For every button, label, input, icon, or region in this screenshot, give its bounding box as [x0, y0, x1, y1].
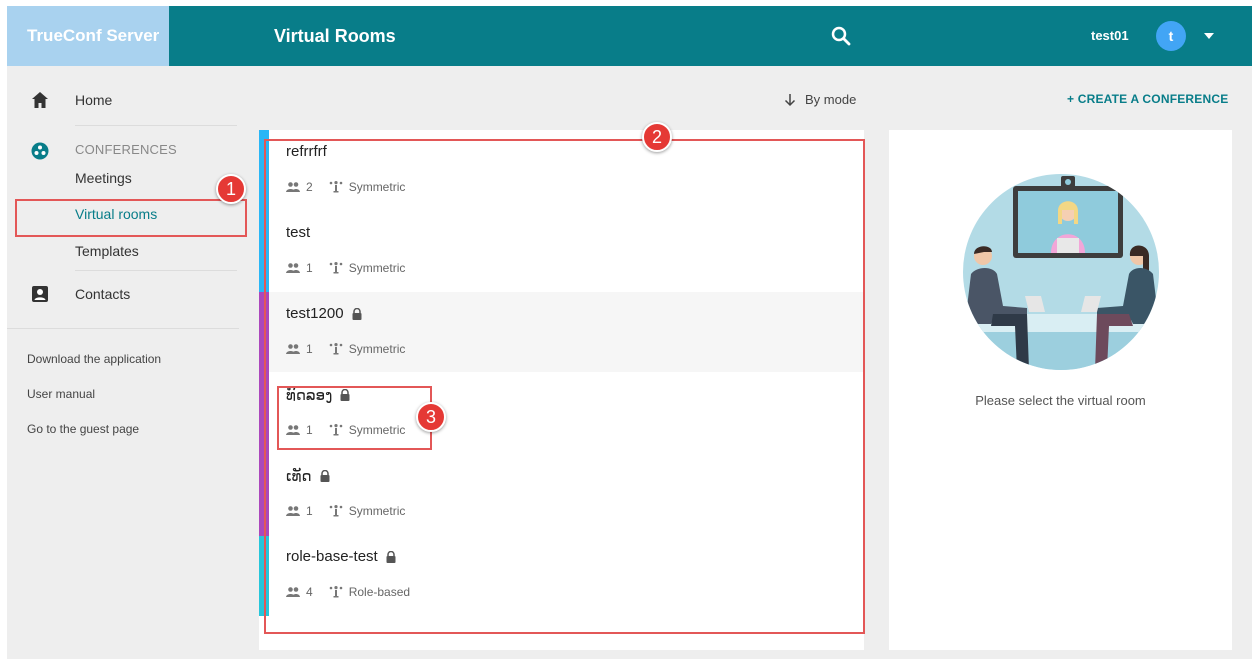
contacts-icon: [32, 286, 48, 302]
search-button[interactable]: [829, 24, 853, 48]
brand-logo[interactable]: TrueConf Server: [7, 6, 169, 66]
annotation-marker: 3: [416, 402, 446, 432]
create-conference-button[interactable]: + CREATE A CONFERENCE: [1067, 92, 1228, 106]
avatar[interactable]: t: [1156, 21, 1186, 51]
sidebar-item-label: Home: [75, 92, 113, 108]
divider: [75, 125, 237, 126]
divider: [75, 270, 237, 271]
download-app-link[interactable]: Download the application: [27, 352, 161, 366]
sidebar-section-conferences: CONFERENCES: [75, 142, 177, 157]
user-manual-link[interactable]: User manual: [27, 387, 95, 401]
sidebar-item-home[interactable]: Home: [7, 90, 237, 110]
empty-state-message: Please select the virtual room: [975, 393, 1146, 408]
sort-by-mode-button[interactable]: By mode: [783, 92, 856, 107]
divider: [7, 328, 239, 329]
annotation-box-virtual-rooms: [15, 199, 247, 237]
user-name[interactable]: test01: [1091, 6, 1129, 66]
sidebar-item-contacts[interactable]: Contacts: [7, 284, 237, 304]
sidebar-item-label: Contacts: [75, 286, 131, 302]
conference-icon: [31, 142, 49, 160]
top-bar: TrueConf Server Virtual Rooms test01 t: [7, 6, 1252, 66]
sidebar-item-templates[interactable]: Templates: [75, 243, 139, 259]
annotation-marker: 1: [216, 174, 246, 204]
sidebar-item-meetings[interactable]: Meetings: [75, 170, 132, 186]
chevron-down-icon[interactable]: [1204, 33, 1214, 39]
home-icon: [32, 92, 48, 108]
video-conference-illustration: [963, 174, 1159, 370]
room-detail-panel: Please select the virtual room: [889, 130, 1232, 650]
arrow-down-icon: [784, 93, 796, 106]
page-title: Virtual Rooms: [274, 26, 396, 46]
guest-page-link[interactable]: Go to the guest page: [27, 422, 139, 436]
annotation-box-room-item: [277, 386, 432, 450]
search-icon: [831, 26, 851, 46]
sort-label: By mode: [805, 92, 857, 107]
annotation-marker: 2: [642, 122, 672, 152]
